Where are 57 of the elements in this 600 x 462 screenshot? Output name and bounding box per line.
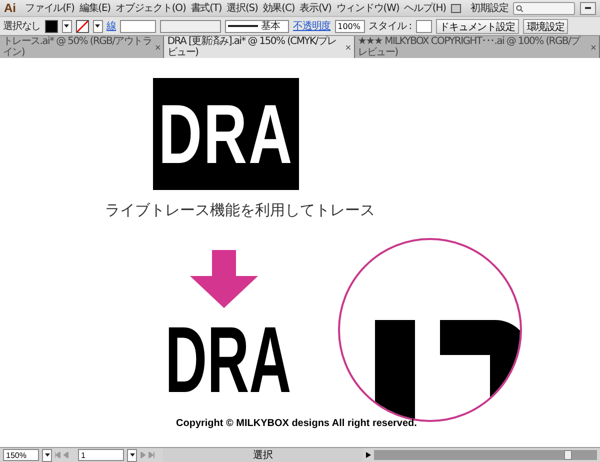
down-arrow-icon [190, 250, 258, 308]
caret-icon [64, 24, 70, 28]
status-tool-text: 選択 [163, 448, 363, 462]
logo-text: DRA [158, 92, 294, 176]
caption-text: ライブトレース機能を利用してトレース [105, 201, 375, 220]
fill-dropdown[interactable] [62, 20, 72, 32]
tab-label: ★★★ MILKYBOX COPYRIGHT･･･.ai @ 100% (RGB/プレビュー) [358, 36, 582, 58]
menu-item[interactable]: ヘルプ(H) [404, 1, 446, 15]
page-dropdown[interactable] [127, 448, 137, 462]
menu-item[interactable]: ファイル(F) [25, 1, 74, 15]
menu-item[interactable]: 効果(C) [262, 1, 295, 15]
workspace-menu[interactable]: 初期設定 [470, 1, 508, 15]
document-tab[interactable]: DRA [更新済み].ai* @ 150% (CMYK/プレビュー) × [164, 36, 355, 58]
caret-icon [130, 453, 134, 457]
stroke-profile-field[interactable]: 基本 [225, 20, 290, 32]
zoom-dropdown[interactable] [42, 448, 52, 462]
scroll-thumb[interactable] [564, 450, 572, 460]
style-field[interactable] [416, 20, 432, 32]
variable-width-field[interactable] [160, 20, 222, 32]
tab-label: トレース.ai* @ 50% (RGB/アウトライン) [3, 36, 152, 58]
stroke-weight-field[interactable] [120, 20, 156, 32]
opacity-field[interactable]: 100% [334, 20, 365, 32]
menu-item[interactable]: 編集(E) [79, 1, 110, 15]
caret-icon [44, 453, 50, 457]
close-icon[interactable]: × [344, 42, 351, 52]
tab-label: DRA [更新済み].ai* @ 150% (CMYK/プレビュー) [167, 36, 338, 58]
app-logo: Ai [4, 1, 16, 15]
fill-swatch[interactable] [44, 20, 58, 32]
toolbar-button[interactable]: ドキュメント設定 [436, 18, 519, 34]
copyright-text: Copyright © MILKYBOX designs All right reserved. [176, 418, 417, 429]
menu-item[interactable]: 選択(S) [226, 1, 258, 15]
menu-item[interactable]: 書式(T) [190, 1, 222, 15]
document-tab[interactable]: ★★★ MILKYBOX COPYRIGHT･･･.ai @ 100% (RGB/プレビュー) × [354, 36, 600, 58]
stroke-dropdown[interactable] [92, 20, 103, 32]
stroke-line-icon [228, 25, 258, 27]
caret-icon [95, 24, 100, 28]
close-icon[interactable]: × [154, 42, 160, 52]
zoom-field[interactable]: 150% [3, 449, 39, 461]
page-field[interactable]: 1 [78, 449, 124, 461]
menu-item[interactable]: ウィンドウ(W) [336, 1, 400, 15]
panel-icon[interactable] [450, 4, 461, 12]
traced-text: DRA [165, 313, 292, 407]
menu-item[interactable]: 表示(V) [300, 1, 332, 15]
horizontal-scrollbar[interactable] [374, 450, 597, 460]
search-icon [516, 4, 524, 12]
style-label: スタイル : [368, 20, 412, 33]
menu-item[interactable]: オブジェクト(O) [115, 1, 186, 15]
stroke-swatch[interactable] [76, 20, 89, 32]
close-icon[interactable]: × [590, 42, 596, 52]
opacity-link[interactable]: 不透明度 [293, 19, 331, 33]
stroke-link[interactable]: 線 [106, 19, 116, 33]
minimize-button[interactable] [580, 2, 596, 14]
toolbar-button[interactable]: 環境設定 [522, 18, 568, 34]
selection-label: 選択なし [3, 20, 41, 33]
minus-icon [585, 7, 592, 9]
play-icon[interactable] [366, 452, 371, 458]
search-field[interactable] [513, 2, 576, 14]
